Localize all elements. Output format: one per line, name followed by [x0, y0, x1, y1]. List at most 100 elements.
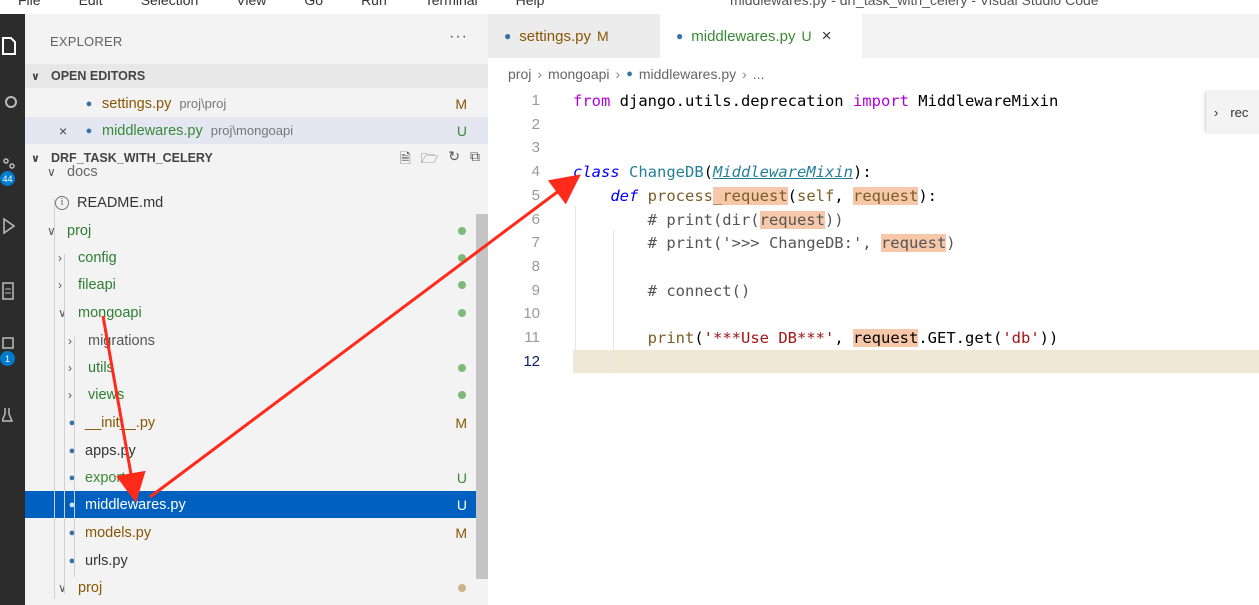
python-file-icon: ●: [85, 97, 93, 110]
code-line: 11 print('***Use DB***', request.GET.get…: [524, 328, 1059, 347]
open-editor-path: proj\mongoapi: [210, 123, 294, 138]
open-editor-path: proj\proj: [179, 96, 227, 111]
menu-terminal[interactable]: Terminal: [425, 0, 478, 8]
extensions-icon[interactable]: [0, 279, 25, 303]
tab-middlewares[interactable]: ● middlewares.py U ×: [660, 14, 862, 58]
tree-item-export[interactable]: ● export.py U: [25, 464, 488, 491]
tab-state-badge: U: [801, 28, 812, 44]
info-icon: i: [55, 195, 69, 210]
menu-file[interactable]: File: [18, 0, 41, 8]
explorer-sidebar: EXPLORER ··· ∨ OPEN EDITORS ● settings.p…: [25, 14, 488, 605]
code-line: 6 # print(dir(request)): [531, 210, 844, 229]
chevron-right-icon: ›: [537, 66, 543, 82]
chevron-right-icon: ›: [615, 66, 621, 82]
chevron-right-icon: ›: [58, 277, 62, 292]
sidebar-scrollbar[interactable]: [476, 214, 488, 579]
git-status-dot: [458, 226, 466, 235]
python-file-icon: ●: [85, 124, 93, 137]
chevron-right-icon: ›: [742, 66, 747, 82]
close-icon[interactable]: ×: [59, 123, 67, 139]
tree-item-urls[interactable]: ● urls.py: [25, 547, 488, 574]
python-file-icon: ●: [68, 498, 76, 511]
find-widget-text: rec: [1230, 104, 1249, 120]
tree-item-fileapi[interactable]: › fileapi: [25, 271, 488, 298]
git-status-badge: U: [456, 496, 467, 513]
breadcrumb: proj › mongoapi › ● middlewares.py › ...: [508, 66, 764, 82]
explorer-title: EXPLORER: [50, 34, 123, 49]
open-editor-settings[interactable]: ● settings.py proj\proj M: [25, 90, 488, 117]
search-icon[interactable]: [0, 92, 25, 116]
chevron-down-icon: ∨: [58, 305, 67, 320]
tree-item-proj-sub[interactable]: ∨ proj: [25, 574, 488, 601]
git-status-dot: [458, 253, 466, 262]
menu-view[interactable]: View: [236, 0, 266, 8]
more-actions-icon[interactable]: ···: [449, 28, 468, 46]
tree-item-config[interactable]: › config: [25, 244, 488, 271]
tree-item-readme[interactable]: i README.md: [25, 189, 488, 216]
code-line: 5 def process_request(self, request):: [531, 186, 937, 205]
chevron-down-icon: ∨: [47, 165, 56, 179]
chevron-right-icon: ›: [68, 360, 72, 375]
tree-item-utils[interactable]: › utils: [25, 354, 488, 381]
tree-item-middlewares[interactable]: ● middlewares.py U: [25, 491, 488, 518]
menu-go[interactable]: Go: [304, 0, 323, 8]
code-line: 2: [531, 116, 540, 134]
python-file-icon: ●: [68, 444, 76, 457]
tree-item-init[interactable]: ● __init__.py M: [25, 409, 488, 436]
breadcrumb-symbol[interactable]: ...: [753, 66, 765, 82]
title-bar: File Edit Selection View Go Run Terminal…: [0, 0, 1259, 14]
open-editor-name: settings.py: [102, 95, 172, 112]
chevron-right-icon: ›: [68, 333, 72, 348]
code-line: 3: [531, 139, 540, 157]
close-icon[interactable]: ×: [822, 26, 832, 46]
git-status-dot: [458, 308, 466, 317]
activity-bar: 44 1: [0, 14, 25, 605]
tab-bar: ● settings.py M ● middlewares.py U ×: [488, 14, 1259, 58]
tree-item-docs[interactable]: ∨ docs: [25, 162, 488, 182]
tree-item-views[interactable]: › views: [25, 381, 488, 408]
tree-item-models[interactable]: ● models.py M: [25, 519, 488, 546]
open-editors-label: OPEN EDITORS: [51, 69, 146, 83]
run-debug-icon[interactable]: [0, 214, 25, 238]
tab-settings[interactable]: ● settings.py M: [488, 14, 660, 58]
open-editor-name: middlewares.py: [102, 122, 203, 139]
window-title: middlewares.py - drf_task_with_celery - …: [730, 0, 1099, 8]
source-control-badge: 44: [0, 171, 15, 186]
open-editors-section[interactable]: ∨ OPEN EDITORS: [25, 64, 488, 88]
code-line: 1 from django.utils.deprecation import M…: [531, 91, 1059, 110]
chevron-right-icon[interactable]: ›: [1214, 105, 1218, 120]
git-status-dot: [458, 363, 466, 372]
menu-help[interactable]: Help: [516, 0, 545, 8]
testing-icon[interactable]: [0, 402, 25, 426]
menu-edit[interactable]: Edit: [79, 0, 103, 8]
tree-item-proj[interactable]: ∨ proj: [25, 217, 488, 244]
open-editor-middlewares[interactable]: × ● middlewares.py proj\mongoapi U: [25, 117, 488, 144]
python-file-icon: ●: [68, 471, 76, 484]
git-status-dot: [458, 583, 466, 592]
menu-selection[interactable]: Selection: [141, 0, 199, 8]
code-line: 12: [523, 353, 540, 371]
breadcrumb-file[interactable]: middlewares.py: [639, 66, 736, 82]
tree-item-mongoapi[interactable]: ∨ mongoapi: [25, 299, 488, 326]
breadcrumb-mongoapi[interactable]: mongoapi: [548, 66, 610, 82]
find-widget[interactable]: › rec: [1205, 92, 1259, 132]
menu-run[interactable]: Run: [361, 0, 387, 8]
git-status-badge: M: [455, 95, 467, 112]
git-status-badge: M: [455, 414, 467, 431]
git-status-dot: [458, 390, 466, 399]
git-status-dot: [458, 280, 466, 289]
code-line: 4 class ChangeDB(MiddlewareMixin):: [531, 162, 872, 181]
tree-item-apps[interactable]: ● apps.py: [25, 437, 488, 464]
python-file-icon: ●: [68, 416, 76, 429]
editor-area: ● settings.py M ● middlewares.py U × pro…: [488, 14, 1259, 605]
chevron-down-icon: ∨: [58, 580, 67, 595]
tab-state-badge: M: [596, 28, 609, 44]
chevron-right-icon: ›: [58, 250, 62, 265]
code-line: 8: [531, 258, 540, 276]
tree-item-migrations[interactable]: › migrations: [25, 327, 488, 354]
git-status-badge: U: [456, 469, 467, 486]
chevron-right-icon: ›: [68, 387, 72, 402]
code-line: 10: [523, 305, 540, 323]
breadcrumb-proj[interactable]: proj: [508, 66, 531, 82]
files-icon[interactable]: [0, 34, 25, 58]
